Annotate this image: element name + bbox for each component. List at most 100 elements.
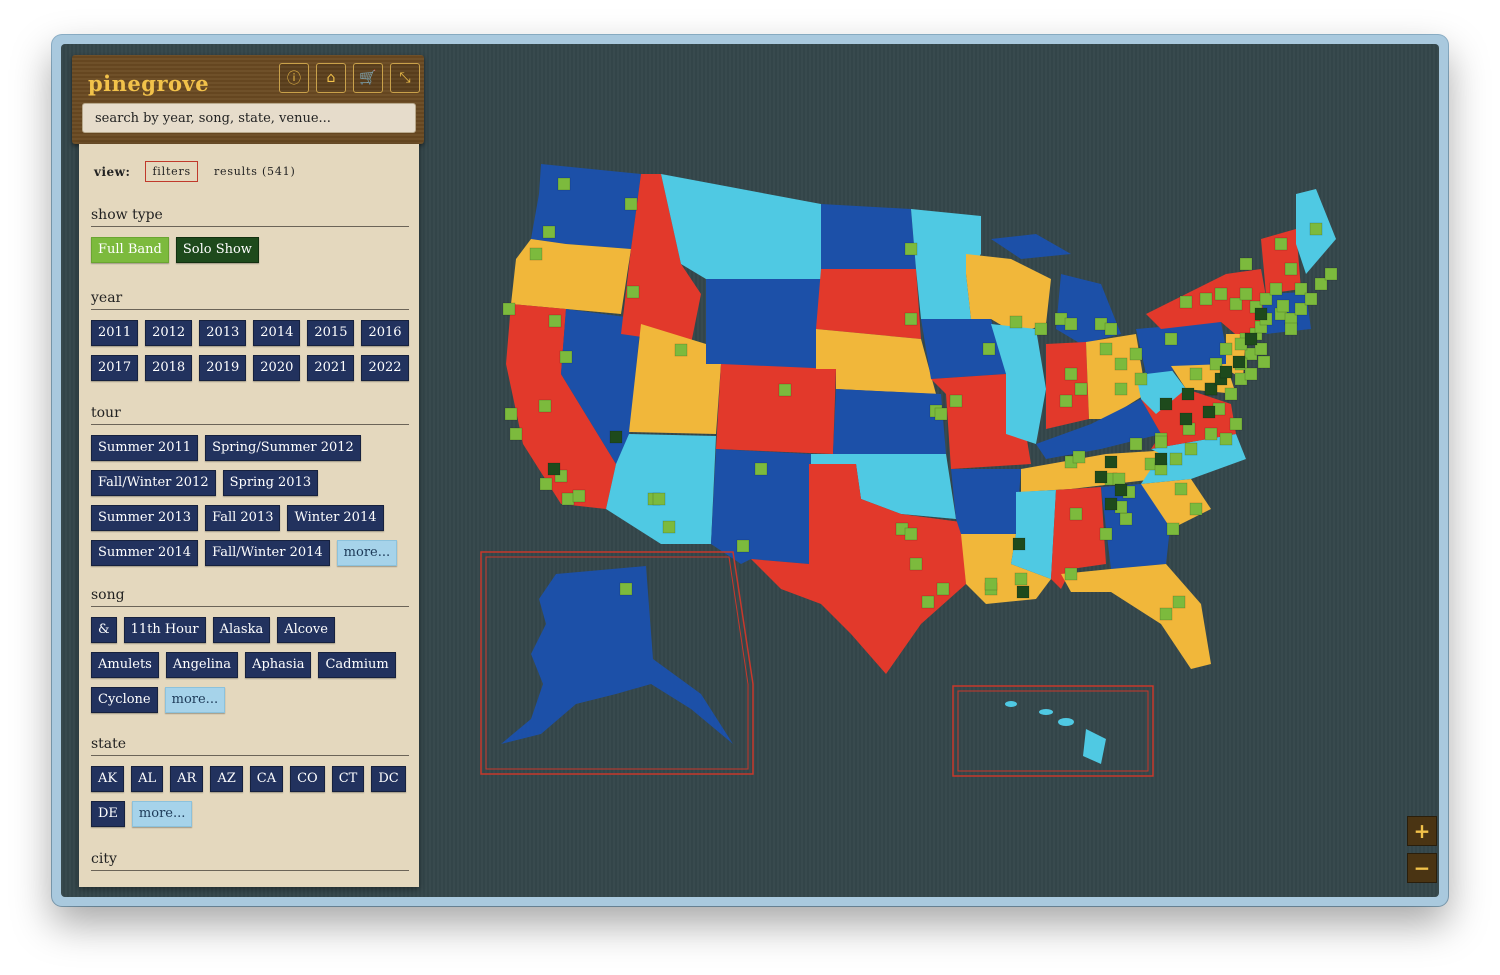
solo-show-marker[interactable] [1181, 387, 1195, 401]
solo-show-marker[interactable] [609, 430, 623, 444]
filter-chip-song[interactable]: Alcove [277, 617, 335, 643]
full-band-show-marker[interactable] [1119, 512, 1133, 526]
full-band-show-marker[interactable] [557, 177, 571, 191]
full-band-show-marker[interactable] [619, 582, 633, 596]
full-band-show-marker[interactable] [1166, 522, 1180, 536]
full-band-show-marker[interactable] [1064, 317, 1078, 331]
filter-chip-song[interactable]: Alaska [212, 617, 271, 643]
full-band-show-marker[interactable] [1179, 295, 1193, 309]
full-band-show-marker[interactable] [572, 489, 586, 503]
filter-chip-state[interactable]: AK [91, 766, 125, 792]
filter-chip-tour[interactable]: Summer 2013 [91, 505, 199, 531]
app-logo[interactable]: pinegrove [88, 71, 209, 96]
solo-show-marker[interactable] [1159, 397, 1173, 411]
full-band-show-marker[interactable] [1199, 292, 1213, 306]
map-canvas[interactable]: pinegrove ⓘ ⌂ 🛒 ⤡ view: filters results … [61, 44, 1439, 897]
solo-show-marker[interactable] [1202, 405, 1216, 419]
full-band-show-marker[interactable] [1219, 432, 1233, 446]
full-band-show-marker[interactable] [949, 394, 963, 408]
full-band-show-marker[interactable] [539, 477, 553, 491]
full-band-show-marker[interactable] [1324, 267, 1338, 281]
full-band-show-marker[interactable] [1159, 607, 1173, 621]
full-band-show-marker[interactable] [1239, 287, 1253, 301]
full-band-show-marker[interactable] [1309, 222, 1323, 236]
filter-chip-year[interactable]: 2016 [361, 320, 409, 346]
filter-chip-state[interactable]: CO [290, 766, 325, 792]
solo-show-marker[interactable] [1254, 307, 1268, 321]
filter-chip-state[interactable]: AZ [210, 766, 243, 792]
info-button[interactable]: ⓘ [279, 63, 309, 93]
full-band-show-marker[interactable] [1204, 427, 1218, 441]
filter-chip-tour[interactable]: Summer 2011 [91, 435, 199, 461]
full-band-show-marker[interactable] [1172, 595, 1186, 609]
filter-chip-tour[interactable]: Winter 2014 [287, 505, 384, 531]
zoom-in-button[interactable]: + [1407, 816, 1437, 846]
full-band-show-marker[interactable] [1284, 262, 1298, 276]
full-band-show-marker[interactable] [1229, 417, 1243, 431]
filter-chip-state[interactable]: CT [331, 766, 365, 792]
filter-chip-tour[interactable]: Spring 2013 [222, 470, 319, 496]
full-band-show-marker[interactable] [754, 462, 768, 476]
filter-chip-year[interactable]: 2014 [253, 320, 301, 346]
full-band-show-marker[interactable] [561, 492, 575, 506]
full-band-show-marker[interactable] [1059, 394, 1073, 408]
full-band-show-marker[interactable] [904, 312, 918, 326]
full-band-show-marker[interactable] [1064, 567, 1078, 581]
filter-chip-state[interactable]: AR [170, 766, 204, 792]
filter-chip-song[interactable]: Angelina [165, 652, 239, 678]
full-band-show-marker[interactable] [1129, 347, 1143, 361]
filter-chip-tour[interactable]: Fall/Winter 2014 [205, 540, 330, 566]
filter-chip-full-band[interactable]: Full Band [91, 237, 169, 263]
full-band-show-marker[interactable] [529, 247, 543, 261]
full-band-show-marker[interactable] [674, 343, 688, 357]
solo-show-marker[interactable] [1114, 483, 1128, 497]
filter-chip-tour[interactable]: Fall 2013 [205, 505, 281, 531]
full-band-show-marker[interactable] [1174, 482, 1188, 496]
filter-chip-state[interactable]: DC [371, 766, 406, 792]
filter-chip-year[interactable]: 2020 [253, 355, 301, 381]
filter-chip-song[interactable]: Amulets [91, 652, 159, 678]
full-band-show-marker[interactable] [1009, 315, 1023, 329]
full-band-show-marker[interactable] [982, 342, 996, 356]
full-band-show-marker[interactable] [1099, 527, 1113, 541]
full-band-show-marker[interactable] [1134, 372, 1148, 386]
solo-show-marker[interactable] [1104, 455, 1118, 469]
full-band-show-marker[interactable] [1269, 282, 1283, 296]
full-band-show-marker[interactable] [1274, 237, 1288, 251]
solo-show-marker[interactable] [1179, 412, 1193, 426]
tour-more-button[interactable]: more... [336, 540, 398, 566]
full-band-show-marker[interactable] [1072, 450, 1086, 464]
full-band-show-marker[interactable] [1034, 322, 1048, 336]
filter-chip-state[interactable]: CA [249, 766, 284, 792]
full-band-show-marker[interactable] [1099, 342, 1113, 356]
filter-chip-solo-show[interactable]: Solo Show [175, 237, 259, 263]
filters-view-button[interactable]: filters [145, 161, 198, 182]
home-button[interactable]: ⌂ [316, 63, 346, 93]
full-band-show-marker[interactable] [1224, 387, 1238, 401]
solo-show-marker[interactable] [1104, 497, 1118, 511]
zoom-out-button[interactable]: − [1407, 853, 1437, 883]
full-band-show-marker[interactable] [548, 314, 562, 328]
full-band-show-marker[interactable] [1214, 287, 1228, 301]
state-more-button[interactable]: more... [131, 801, 193, 827]
full-band-show-marker[interactable] [934, 407, 948, 421]
full-band-show-marker[interactable] [1129, 437, 1143, 451]
full-band-show-marker[interactable] [509, 427, 523, 441]
full-band-show-marker[interactable] [1074, 382, 1088, 396]
full-band-show-marker[interactable] [936, 582, 950, 596]
full-band-show-marker[interactable] [736, 539, 750, 553]
filter-chip-song[interactable]: & [91, 617, 117, 643]
filter-chip-year[interactable]: 2018 [145, 355, 193, 381]
full-band-show-marker[interactable] [1164, 332, 1178, 346]
full-band-show-marker[interactable] [778, 383, 792, 397]
full-band-show-marker[interactable] [1014, 572, 1028, 586]
filter-chip-song[interactable]: Aphasia [245, 652, 312, 678]
full-band-show-marker[interactable] [1069, 507, 1083, 521]
full-band-show-marker[interactable] [538, 399, 552, 413]
filter-chip-year[interactable]: 2019 [199, 355, 247, 381]
solo-show-marker[interactable] [1154, 452, 1168, 466]
search-input[interactable] [82, 103, 416, 133]
filter-chip-year[interactable]: 2013 [199, 320, 247, 346]
full-band-show-marker[interactable] [502, 302, 516, 316]
filter-chip-year[interactable]: 2011 [91, 320, 139, 346]
